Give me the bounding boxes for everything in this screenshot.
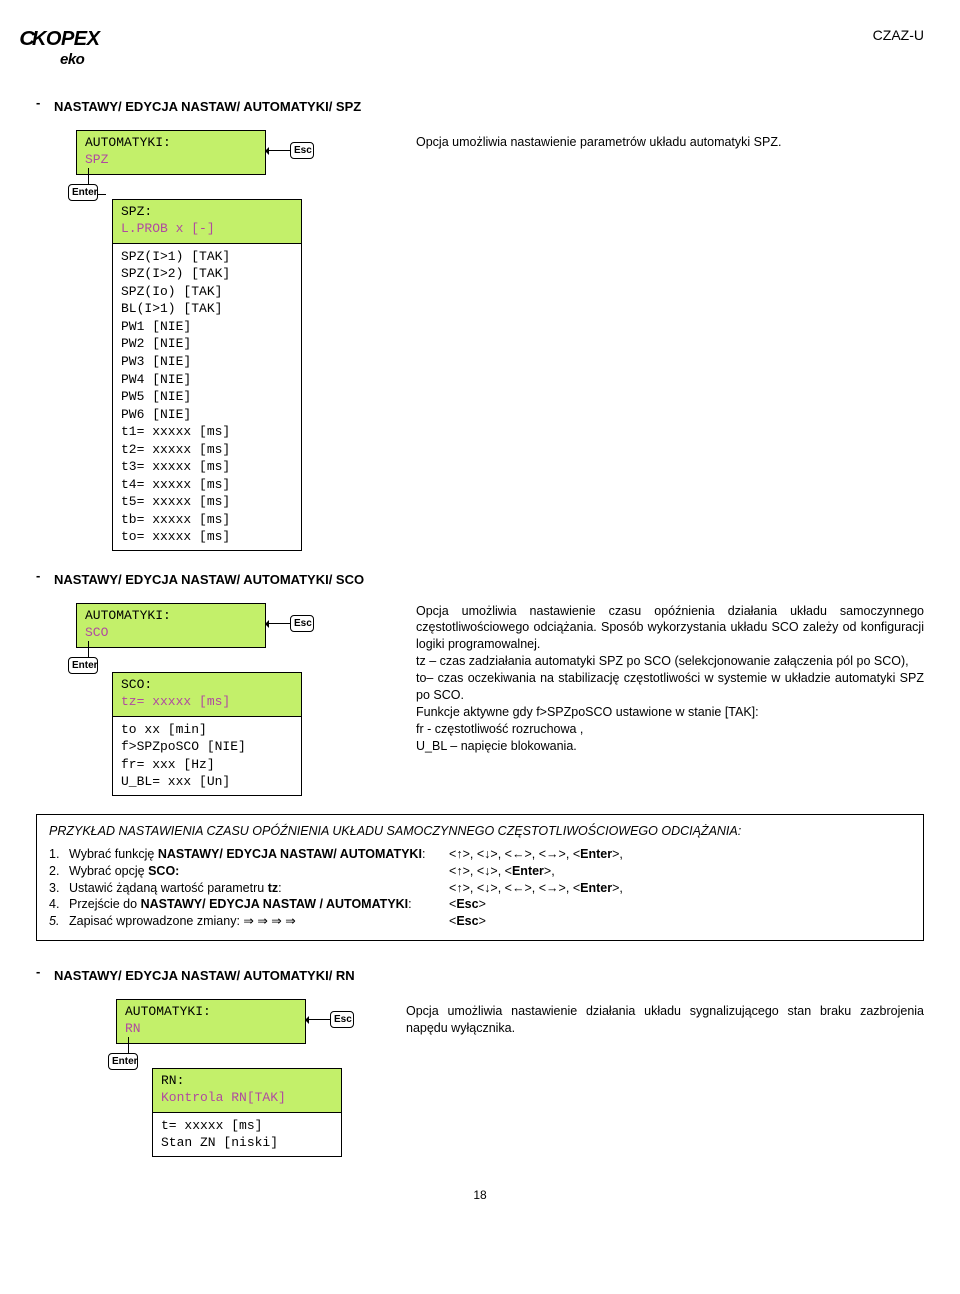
example-title: PRZYKŁAD NASTAWIENIA CZASU OPÓŹNIENIA UK… bbox=[49, 823, 911, 840]
spz-desc: Opcja umożliwia nastawienie parametrów u… bbox=[386, 130, 924, 151]
example-row: 5.Zapisać wprowadzone zmiany: ⇒ ⇒ ⇒ ⇒<Es… bbox=[49, 913, 911, 930]
list-item: PW3 [NIE] bbox=[121, 353, 293, 371]
esc-button[interactable]: Esc bbox=[330, 1011, 354, 1029]
list-item: BL(I>1) [TAK] bbox=[121, 300, 293, 318]
sco-p5: U_BL – napięcie blokowania. bbox=[416, 738, 924, 755]
menu-sco-sub: SCO: tz= xxxxx [ms] bbox=[112, 672, 302, 717]
doc-header: CKOPEX eko CZAZ-U bbox=[36, 24, 924, 80]
list-item: SPZ(I>2) [TAK] bbox=[121, 265, 293, 283]
example-label: Przejście do NASTAWY/ EDYCJA NASTAW / AU… bbox=[69, 896, 449, 913]
menu-rn-sub: RN: Kontrola RN[TAK] bbox=[152, 1068, 342, 1113]
list-item: to xx [min] bbox=[121, 721, 293, 739]
sco-p4: fr - częstotliwość rozruchowa , bbox=[416, 721, 924, 738]
menu-line1: AUTOMATYKI: bbox=[85, 607, 257, 625]
example-keys: <Esc> bbox=[449, 913, 911, 930]
enter-button[interactable]: Enter bbox=[68, 184, 98, 202]
list-item: tb= xxxxx [ms] bbox=[121, 511, 293, 529]
example-row: 3.Ustawić żądaną wartość parametru tz:<↑… bbox=[49, 880, 911, 897]
menu-line2: RN bbox=[125, 1020, 297, 1038]
list-item: Stan ZN [niski] bbox=[161, 1134, 333, 1152]
list-item: PW4 [NIE] bbox=[121, 371, 293, 389]
sub-line2: tz= xxxxx [ms] bbox=[121, 693, 293, 711]
example-list: 1.Wybrać funkcję NASTAWY/ EDYCJA NASTAW/… bbox=[49, 846, 911, 930]
list-item: f>SPZpoSCO [NIE] bbox=[121, 738, 293, 756]
rn-diagram: AUTOMATYKI: RN Esc Enter RN: Kontrola RN… bbox=[116, 999, 376, 1157]
example-num: 3. bbox=[49, 880, 69, 897]
sco-desc: Opcja umożliwia nastawienie czasu opóźni… bbox=[386, 603, 924, 755]
model-label: CZAZ-U bbox=[873, 26, 924, 45]
menu-line2: SPZ bbox=[85, 151, 257, 169]
list-item: SPZ(Io) [TAK] bbox=[121, 283, 293, 301]
example-row: 1.Wybrać funkcję NASTAWY/ EDYCJA NASTAW/… bbox=[49, 846, 911, 863]
sco-p2a: tz – czas zadziałania automatyki SPZ po … bbox=[416, 653, 924, 670]
logo: CKOPEX eko bbox=[20, 26, 99, 70]
menu-spz-sub: SPZ: L.PROB x [-] bbox=[112, 199, 302, 244]
example-num: 4. bbox=[49, 896, 69, 913]
list-item: PW2 [NIE] bbox=[121, 335, 293, 353]
list-item: PW6 [NIE] bbox=[121, 406, 293, 424]
list-item: PW1 [NIE] bbox=[121, 318, 293, 336]
list-item: PW5 [NIE] bbox=[121, 388, 293, 406]
sub-line2: Kontrola RN[TAK] bbox=[161, 1089, 333, 1107]
example-num: 5. bbox=[49, 913, 69, 930]
sco-p2b: to– czas oczekiwania na stabilizację czę… bbox=[416, 670, 924, 704]
list-item: t3= xxxxx [ms] bbox=[121, 458, 293, 476]
list-item: t4= xxxxx [ms] bbox=[121, 476, 293, 494]
example-row: 2.Wybrać opcję SCO:<↑>, <↓>, <Enter>, bbox=[49, 863, 911, 880]
enter-button[interactable]: Enter bbox=[108, 1053, 138, 1071]
list-rn: t= xxxxx [ms]Stan ZN [niski] bbox=[152, 1113, 342, 1157]
list-spz: SPZ(I>1) [TAK]SPZ(I>2) [TAK]SPZ(Io) [TAK… bbox=[112, 244, 302, 551]
logo-kopex: CKOPEX bbox=[20, 26, 99, 53]
sco-p1: Opcja umożliwia nastawienie czasu opóźni… bbox=[416, 603, 924, 654]
example-num: 2. bbox=[49, 863, 69, 880]
rn-title: NASTAWY/ EDYCJA NASTAW/ AUTOMATYKI/ RN bbox=[54, 967, 355, 985]
section-sco-title: - NASTAWY/ EDYCJA NASTAW/ AUTOMATYKI/ SC… bbox=[36, 567, 924, 599]
list-item: t1= xxxxx [ms] bbox=[121, 423, 293, 441]
list-item: t= xxxxx [ms] bbox=[161, 1117, 333, 1135]
section-spz-title: - NASTAWY/ EDYCJA NASTAW/ AUTOMATYKI/ SP… bbox=[36, 94, 924, 126]
esc-button[interactable]: Esc bbox=[290, 615, 314, 633]
example-num: 1. bbox=[49, 846, 69, 863]
sub-line2: L.PROB x [-] bbox=[121, 220, 293, 238]
list-sco: to xx [min]f>SPZpoSCO [NIE]fr= xxx [Hz]U… bbox=[112, 717, 302, 796]
example-keys: <↑>, <↓>, <←>, <→>, <Enter>, bbox=[449, 846, 911, 863]
example-label: Ustawić żądaną wartość parametru tz: bbox=[69, 880, 449, 897]
logo-text: KOPEX bbox=[32, 28, 100, 50]
example-label: Wybrać funkcję NASTAWY/ EDYCJA NASTAW/ A… bbox=[69, 846, 449, 863]
sub-line1: SCO: bbox=[121, 676, 293, 694]
menu-automatyki-sco: AUTOMATYKI: SCO bbox=[76, 603, 266, 648]
page-number: 18 bbox=[36, 1187, 924, 1203]
list-item: fr= xxx [Hz] bbox=[121, 756, 293, 774]
sub-line1: RN: bbox=[161, 1072, 333, 1090]
sco-diagram: AUTOMATYKI: SCO Esc Enter SCO: tz= xxxxx… bbox=[76, 603, 386, 796]
menu-automatyki-rn: AUTOMATYKI: RN bbox=[116, 999, 306, 1044]
example-label: Wybrać opcję SCO: bbox=[69, 863, 449, 880]
enter-button[interactable]: Enter bbox=[68, 657, 98, 675]
example-label: Zapisać wprowadzone zmiany: ⇒ ⇒ ⇒ ⇒ bbox=[69, 913, 449, 930]
spz-title: NASTAWY/ EDYCJA NASTAW/ AUTOMATYKI/ SPZ bbox=[54, 98, 361, 116]
menu-automatyki-spz: AUTOMATYKI: SPZ bbox=[76, 130, 266, 175]
logo-eko: eko bbox=[60, 50, 99, 70]
example-keys: <Esc> bbox=[449, 896, 911, 913]
list-item: to= xxxxx [ms] bbox=[121, 528, 293, 546]
menu-line1: AUTOMATYKI: bbox=[85, 134, 257, 152]
example-box: PRZYKŁAD NASTAWIENIA CZASU OPÓŹNIENIA UK… bbox=[36, 814, 924, 941]
menu-line2: SCO bbox=[85, 624, 257, 642]
list-item: U_BL= xxx [Un] bbox=[121, 773, 293, 791]
rn-desc: Opcja umożliwia nastawienie działania uk… bbox=[376, 999, 924, 1037]
list-item: t5= xxxxx [ms] bbox=[121, 493, 293, 511]
sub-line1: SPZ: bbox=[121, 203, 293, 221]
sco-p3: Funkcje aktywne gdy f>SPZpoSCO ustawione… bbox=[416, 704, 924, 721]
esc-button[interactable]: Esc bbox=[290, 142, 314, 160]
list-item: t2= xxxxx [ms] bbox=[121, 441, 293, 459]
section-rn-title: - NASTAWY/ EDYCJA NASTAW/ AUTOMATYKI/ RN bbox=[36, 963, 924, 995]
list-item: SPZ(I>1) [TAK] bbox=[121, 248, 293, 266]
example-keys: <↑>, <↓>, <Enter>, bbox=[449, 863, 911, 880]
sco-title: NASTAWY/ EDYCJA NASTAW/ AUTOMATYKI/ SCO bbox=[54, 571, 364, 589]
menu-line1: AUTOMATYKI: bbox=[125, 1003, 297, 1021]
example-keys: <↑>, <↓>, <←>, <→>, <Enter>, bbox=[449, 880, 911, 897]
example-row: 4.Przejście do NASTAWY/ EDYCJA NASTAW / … bbox=[49, 896, 911, 913]
spz-diagram: AUTOMATYKI: SPZ Esc Enter SPZ: L.PROB x … bbox=[76, 130, 386, 551]
